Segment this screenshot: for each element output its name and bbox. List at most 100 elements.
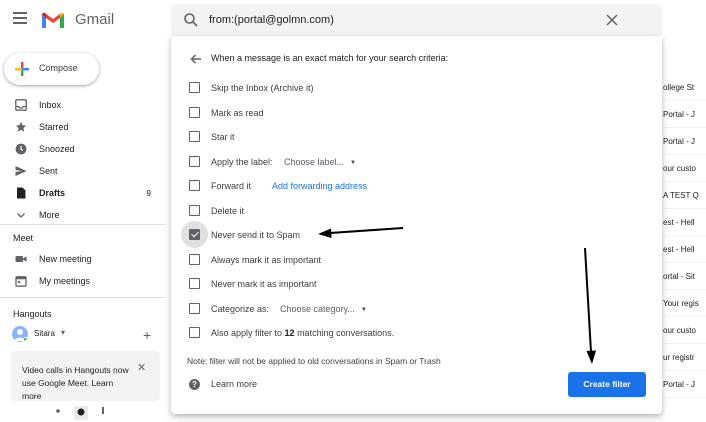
gmail-logo-icon[interactable] xyxy=(40,10,66,30)
apply-existing-checkbox[interactable] xyxy=(189,327,200,338)
close-icon[interactable]: ✕ xyxy=(137,361,146,374)
sidebar-item-starred[interactable]: Starred xyxy=(0,118,165,138)
option-apply-label[interactable]: Apply the label: Choose label... ▼ xyxy=(171,151,662,173)
option-categorize[interactable]: Categorize as: Choose category... ▼ xyxy=(171,298,662,320)
option-label: Delete it xyxy=(211,206,245,216)
list-item[interactable]: A TEST Q xyxy=(663,182,706,209)
star-icon xyxy=(15,121,27,132)
option-always-important[interactable]: Always mark it as important xyxy=(171,249,662,271)
sidebar-item-label: Drafts xyxy=(39,188,66,198)
hangouts-user-name: Sitara xyxy=(34,329,55,338)
list-item[interactable]: our custo xyxy=(663,155,706,182)
option-never-spam[interactable]: Never send it to Spam xyxy=(171,221,662,248)
bottom-icons xyxy=(50,406,110,422)
category-select-value: Choose category... xyxy=(280,304,355,314)
never-important-checkbox[interactable] xyxy=(189,278,200,289)
sidebar-item-inbox[interactable]: Inbox xyxy=(0,96,165,116)
option-label: Mark as read xyxy=(211,108,264,118)
list-item[interactable]: our custo xyxy=(663,317,706,344)
close-icon[interactable] xyxy=(604,12,620,28)
option-label: Apply the label: xyxy=(211,157,273,167)
option-mark-read[interactable]: Mark as read xyxy=(171,102,662,124)
dropdown-arrow-icon: ▼ xyxy=(360,307,367,313)
filter-heading: When a message is an exact match for you… xyxy=(211,53,449,63)
search-icon[interactable] xyxy=(183,12,199,28)
compose-label: Compose xyxy=(39,63,78,73)
hangouts-section-title: Hangouts xyxy=(13,309,52,319)
sidebar-item-more[interactable]: More xyxy=(0,206,165,226)
draft-icon xyxy=(17,187,26,199)
list-item[interactable]: ur registr xyxy=(663,344,706,371)
sidebar-item-label: New meeting xyxy=(39,254,92,264)
list-item[interactable]: Portal - J xyxy=(663,371,706,398)
option-label: Forward it xyxy=(211,181,252,191)
delete-checkbox[interactable] xyxy=(189,205,200,216)
sidebar-item-new-meeting[interactable]: New meeting xyxy=(0,250,165,270)
option-label-pre: Also apply filter to xyxy=(211,328,285,338)
always-important-checkbox[interactable] xyxy=(189,254,200,265)
label-select[interactable]: Choose label... ▼ xyxy=(284,157,356,167)
hangouts-user[interactable]: Sitara ▾ xyxy=(12,326,162,344)
online-status-dot xyxy=(23,337,28,342)
sidebar-item-snoozed[interactable]: Snoozed xyxy=(0,140,165,160)
star-checkbox[interactable] xyxy=(189,131,200,142)
dropdown-arrow-icon: ▼ xyxy=(350,160,356,166)
option-apply-existing[interactable]: Also apply filter to 12 matching convers… xyxy=(171,322,662,344)
compose-button[interactable]: Compose xyxy=(4,53,99,85)
category-select[interactable]: Choose category... ▼ xyxy=(280,304,367,314)
sidebar-item-drafts[interactable]: Drafts 9 xyxy=(0,184,165,204)
search-input[interactable] xyxy=(209,10,589,30)
plus-icon xyxy=(15,62,29,76)
create-filter-panel: When a message is an exact match for you… xyxy=(171,36,662,414)
list-item[interactable]: ortal - Sit xyxy=(663,263,706,290)
drafts-count: 9 xyxy=(146,189,151,198)
list-item[interactable]: Portal - J xyxy=(663,101,706,128)
chevron-down-icon xyxy=(17,213,25,218)
option-label: Star it xyxy=(211,132,235,142)
help-icon[interactable]: ? xyxy=(189,379,200,390)
apply-label-checkbox[interactable] xyxy=(189,156,200,167)
sidebar-item-label: Starred xyxy=(39,122,69,132)
video-icon xyxy=(15,256,27,262)
option-label: Also apply filter to 12 matching convers… xyxy=(211,328,394,338)
option-delete[interactable]: Delete it xyxy=(171,200,662,222)
skip-inbox-checkbox[interactable] xyxy=(189,82,200,93)
main-menu-icon[interactable] xyxy=(13,12,27,24)
send-icon xyxy=(15,166,27,176)
create-filter-button[interactable]: Create filter xyxy=(568,372,646,397)
option-never-important[interactable]: Never mark it as important xyxy=(171,273,662,295)
app-name: Gmail xyxy=(75,11,115,28)
hangouts-meet-promo: Video calls in Hangouts now use Google M… xyxy=(11,351,160,401)
list-item[interactable]: Your regis xyxy=(663,290,706,317)
sidebar-item-label: Inbox xyxy=(39,100,62,110)
divider xyxy=(0,297,166,298)
sidebar-item-my-meetings[interactable]: My meetings xyxy=(0,272,165,292)
filter-note: Note: filter will not be applied to old … xyxy=(187,356,441,366)
clock-icon xyxy=(15,143,27,155)
categorize-checkbox[interactable] xyxy=(189,303,200,314)
option-skip-inbox[interactable]: Skip the Inbox (Archive it) xyxy=(171,77,662,99)
sidebar-item-label: More xyxy=(39,210,60,220)
chevron-down-icon[interactable]: ▾ xyxy=(61,328,65,337)
list-item[interactable]: ollege St xyxy=(663,74,706,101)
learn-more-link[interactable]: Learn more xyxy=(211,379,257,389)
contacts-icon xyxy=(56,409,60,413)
add-forwarding-address-link[interactable]: Add forwarding address xyxy=(272,181,367,191)
option-label: Never mark it as important xyxy=(211,279,317,289)
mark-read-checkbox[interactable] xyxy=(189,107,200,118)
matching-count: 12 xyxy=(284,328,295,338)
list-item[interactable]: est - Hell xyxy=(663,209,706,236)
forward-checkbox[interactable] xyxy=(189,180,200,191)
divider xyxy=(0,224,166,225)
add-hangout-icon[interactable]: + xyxy=(143,328,151,342)
list-item[interactable]: est - Hell xyxy=(663,236,706,263)
list-item[interactable]: Portal - J xyxy=(663,128,706,155)
avatar xyxy=(12,326,28,342)
option-star[interactable]: Star it xyxy=(171,126,662,148)
back-arrow-icon[interactable] xyxy=(189,52,203,66)
never-spam-checkbox[interactable] xyxy=(189,229,200,240)
option-forward[interactable]: Forward it Add forwarding address xyxy=(171,175,662,197)
sidebar-item-sent[interactable]: Sent xyxy=(0,162,165,182)
sidebar-item-label: Snoozed xyxy=(39,144,75,154)
meet-section-title: Meet xyxy=(13,233,34,243)
